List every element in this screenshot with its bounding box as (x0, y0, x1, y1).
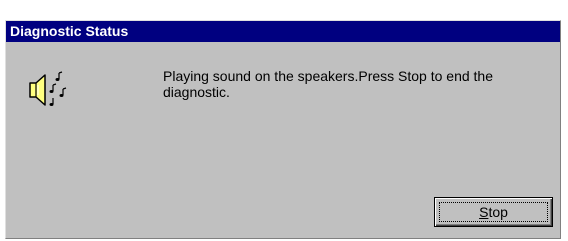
window-title: Diagnostic Status (10, 23, 129, 39)
stop-label-rest: top (488, 204, 508, 220)
stop-button-label: Stop (435, 204, 552, 220)
stop-button[interactable]: Stop (434, 197, 553, 227)
status-message: Playing sound on the speakers.Press Stop… (163, 68, 493, 100)
diagnostic-status-dialog: Diagnostic Status Playing sound on the s… (5, 20, 561, 239)
speaker-with-notes-icon (29, 71, 67, 106)
title-bar[interactable]: Diagnostic Status (6, 21, 560, 42)
